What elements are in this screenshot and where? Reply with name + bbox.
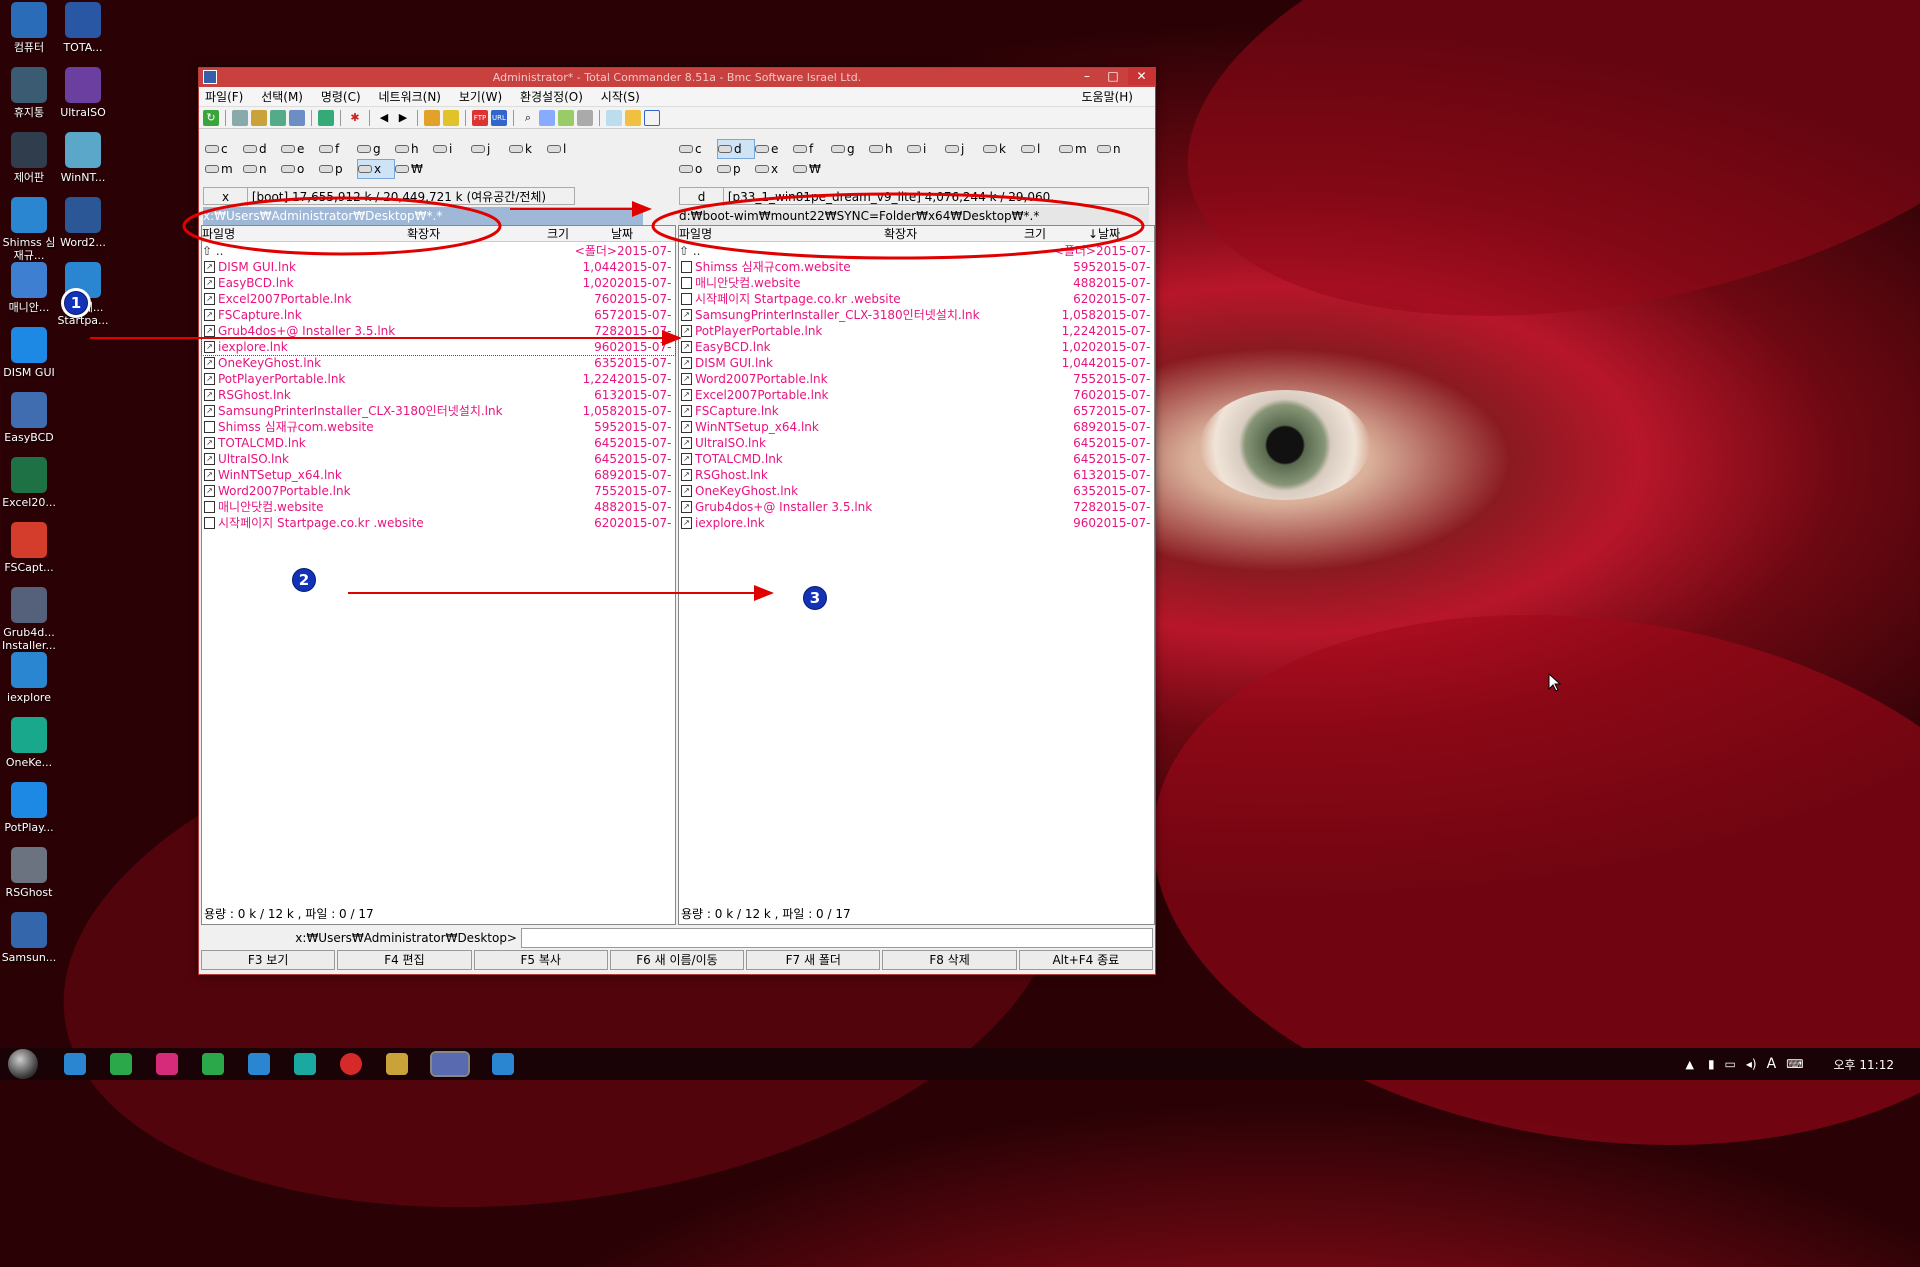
taskbar-app-6-icon[interactable] bbox=[294, 1053, 316, 1075]
taskbar-app-5-icon[interactable] bbox=[248, 1053, 270, 1075]
taskbar-explorer-icon[interactable] bbox=[492, 1053, 514, 1075]
tray-keyboard-icon[interactable]: ⌨ bbox=[1786, 1057, 1803, 1071]
tray-monitor-icon[interactable]: ▭ bbox=[1725, 1057, 1736, 1071]
annotation-marker-1: 1 bbox=[61, 288, 91, 318]
annotation-marker-3: 3 bbox=[800, 583, 830, 613]
tray-volume-icon[interactable]: ◂) bbox=[1746, 1057, 1757, 1071]
tray-network-icon[interactable]: ▮ bbox=[1708, 1057, 1715, 1071]
mouse-cursor-icon bbox=[1548, 673, 1562, 692]
taskbar-opera-icon[interactable] bbox=[340, 1053, 362, 1075]
taskbar-app-3-icon[interactable] bbox=[156, 1053, 178, 1075]
taskbar: ▲ ▮ ▭ ◂) A ⌨ 오후 11:12 bbox=[0, 1048, 1920, 1080]
taskbar-app-1-icon[interactable] bbox=[64, 1053, 86, 1075]
start-button-icon[interactable] bbox=[8, 1049, 38, 1079]
taskbar-app-4-icon[interactable] bbox=[202, 1053, 224, 1075]
left-path-highlight bbox=[182, 196, 502, 256]
tray-chevron-icon[interactable]: ▲ bbox=[1685, 1058, 1693, 1071]
taskbar-app-8-icon[interactable] bbox=[386, 1053, 408, 1075]
annotation-marker-2: 2 bbox=[289, 565, 319, 595]
taskbar-app-2-icon[interactable] bbox=[110, 1053, 132, 1075]
taskbar-totalcmd-icon[interactable] bbox=[430, 1051, 470, 1077]
tray-ime-indicator[interactable]: A bbox=[1767, 1056, 1777, 1072]
annotation-overlay bbox=[90, 192, 1145, 601]
right-path-highlight bbox=[651, 192, 1145, 260]
clock[interactable]: 오후 11:12 bbox=[1834, 1056, 1894, 1073]
